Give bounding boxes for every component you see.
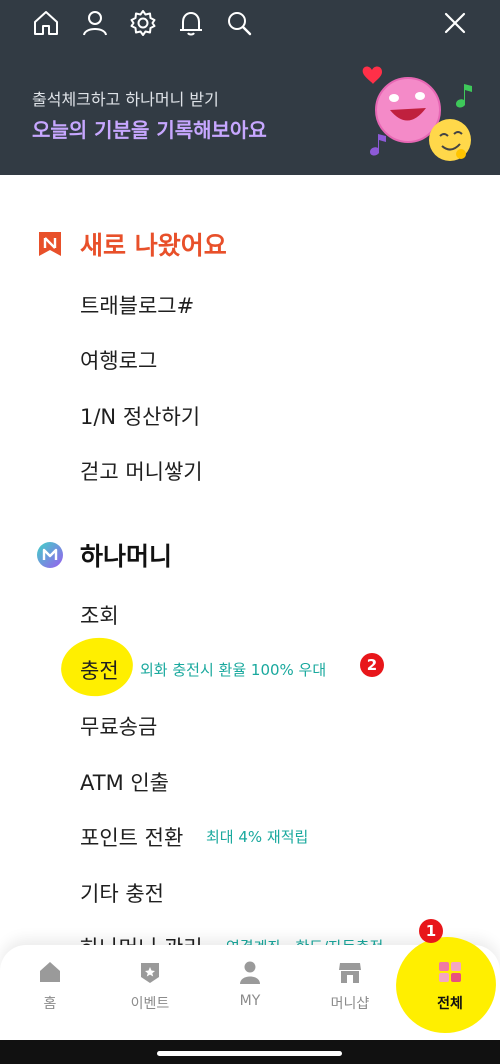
menu-item-inquiry[interactable]: 조회: [80, 600, 119, 630]
bell-icon[interactable]: [176, 8, 206, 38]
header: 출석체크하고 하나머니 받기 오늘의 기분을 기록해보아요: [0, 0, 500, 175]
menu-item-charge[interactable]: 충전: [80, 655, 119, 685]
promo-subtitle[interactable]: 출석체크하고 하나머니 받기: [32, 86, 219, 110]
shop-icon: [337, 959, 363, 985]
gear-icon[interactable]: [128, 8, 158, 38]
step-badge-2: 2: [360, 653, 384, 677]
tab-label: MY: [239, 993, 261, 1009]
tab-all[interactable]: 전체: [400, 959, 500, 1029]
person-icon: [237, 959, 263, 985]
section-title-new: 새로 나왔어요: [80, 231, 227, 260]
home-icon: [37, 959, 63, 985]
menu-item-other-charge[interactable]: 기타 충전: [80, 878, 164, 908]
person-icon[interactable]: [80, 8, 110, 38]
home-indicator[interactable]: [157, 1051, 342, 1056]
tab-home[interactable]: 홈: [0, 959, 100, 1029]
event-icon: [137, 959, 163, 985]
tab-my[interactable]: MY: [200, 959, 300, 1029]
tab-label: 이벤트: [130, 996, 170, 1012]
section-title-hanamoney: 하나머니: [80, 542, 173, 571]
tab-label: 전체: [437, 996, 463, 1012]
menu-item-split-bill[interactable]: 1/N 정산하기: [80, 401, 200, 431]
top-toolbar: [0, 0, 500, 50]
hanamoney-logo-icon: [37, 542, 63, 568]
home-icon[interactable]: [31, 8, 61, 38]
step-badge-1: 1: [419, 919, 443, 943]
menu-item-travel-log[interactable]: 여행로그: [80, 345, 157, 375]
close-icon[interactable]: [440, 8, 470, 38]
tab-money-shop[interactable]: 머니샵: [300, 959, 400, 1029]
menu-item-free-transfer[interactable]: 무료송금: [80, 711, 157, 741]
menu-all-icon: [437, 959, 463, 985]
point-promo-note: 최대 4% 재적립: [206, 828, 309, 846]
menu-item-walk-money[interactable]: 걷고 머니쌓기: [80, 456, 203, 486]
new-badge-icon: [39, 232, 61, 256]
search-icon[interactable]: [224, 8, 254, 38]
mascot-illustration: [362, 66, 472, 161]
menu-item-travellog[interactable]: 트래블로그#: [80, 290, 194, 320]
tab-event[interactable]: 이벤트: [100, 959, 200, 1029]
menu-item-point-convert[interactable]: 포인트 전환: [80, 822, 183, 852]
bottom-tab-bar: 홈 이벤트 MY 머니샵 전체: [0, 929, 500, 1041]
promo-title[interactable]: 오늘의 기분을 기록해보아요: [32, 114, 267, 143]
menu-item-atm-withdraw[interactable]: ATM 인출: [80, 767, 169, 797]
tab-label: 머니샵: [330, 996, 370, 1012]
system-home-bar: [0, 1040, 500, 1064]
charge-promo-note: 외화 충전시 환율 100% 우대: [140, 661, 327, 679]
tab-label: 홈: [43, 996, 57, 1012]
